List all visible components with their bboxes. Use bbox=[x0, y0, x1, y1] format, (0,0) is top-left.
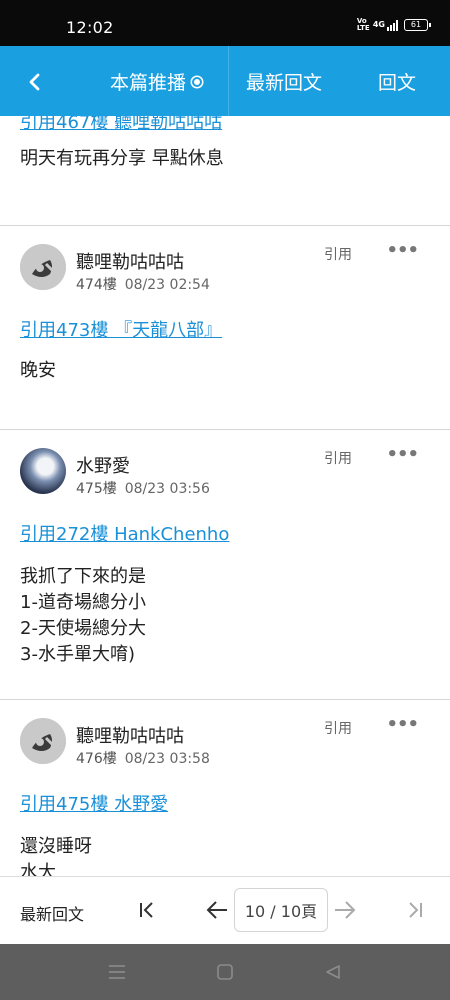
first-page-icon bbox=[140, 902, 153, 918]
author-name[interactable]: 聽哩勒咕咕咕 bbox=[76, 722, 184, 748]
app-bar: 本篇推播 最新回文 回文 bbox=[0, 46, 450, 116]
status-icons: Vo LTE 4G 61 bbox=[356, 17, 431, 32]
system-nav-bar bbox=[0, 944, 450, 1000]
chevron-left-icon bbox=[29, 73, 40, 91]
post-body: 明天有玩再分享 早點休息 bbox=[20, 148, 224, 169]
avatar[interactable] bbox=[20, 718, 66, 764]
more-options-icon[interactable]: ••• bbox=[386, 714, 419, 735]
post-list[interactable]: 引用467樓 聽哩勒咕咕咕 明天有玩再分享 早點休息 聽哩勒咕咕咕 474樓 08… bbox=[0, 116, 450, 876]
status-bar: 12:02 Vo LTE 4G 61 bbox=[0, 0, 450, 46]
post-time: 08/23 03:58 bbox=[124, 751, 210, 767]
quote-button[interactable]: 引用 bbox=[324, 718, 352, 738]
last-page-button[interactable] bbox=[402, 897, 428, 923]
quote-button[interactable]: 引用 bbox=[324, 244, 352, 264]
post-body: 還沒睡呀 水大 bbox=[20, 836, 92, 876]
quote-link[interactable]: 引用475樓 水野愛 bbox=[20, 790, 168, 816]
signal-icon bbox=[387, 19, 398, 31]
latest-replies-button[interactable]: 最新回文 bbox=[20, 901, 84, 925]
post-meta: 476樓 08/23 03:58 bbox=[76, 748, 210, 768]
post-body: 我抓了下來的是 1-道奇場總分小 2-天使場總分大 3-水手單大唷) bbox=[20, 566, 146, 665]
more-options-icon[interactable]: ••• bbox=[386, 444, 419, 465]
quote-link[interactable]: 引用473樓 『天龍八部』 bbox=[20, 316, 222, 342]
volte-icon: Vo LTE bbox=[356, 17, 370, 32]
tab-recommend-label: 本篇推播 bbox=[110, 72, 187, 94]
network-type: 4G bbox=[372, 20, 385, 29]
default-avatar-icon bbox=[20, 718, 66, 764]
post-partial: 引用467樓 聽哩勒咕咕咕 明天有玩再分享 早點休息 bbox=[0, 116, 450, 226]
post-475: 水野愛 475樓 08/23 03:56 引用 ••• 引用272樓 HankCh… bbox=[0, 430, 450, 700]
tab-divider bbox=[228, 46, 229, 116]
post-time: 08/23 02:54 bbox=[124, 277, 210, 293]
tab-latest[interactable]: 最新回文 bbox=[246, 68, 322, 95]
home-icon[interactable] bbox=[215, 962, 235, 982]
menu-icon[interactable] bbox=[107, 962, 127, 982]
toggle-dot-icon bbox=[192, 76, 203, 87]
post-meta: 474樓 08/23 02:54 bbox=[76, 274, 210, 294]
quote-link[interactable]: 引用467樓 聽哩勒咕咕咕 bbox=[20, 116, 222, 134]
post-time: 08/23 03:56 bbox=[124, 481, 210, 497]
prev-page-icon bbox=[206, 901, 227, 919]
default-avatar-icon bbox=[20, 244, 66, 290]
tab-recommend[interactable]: 本篇推播 bbox=[110, 68, 203, 95]
author-name[interactable]: 聽哩勒咕咕咕 bbox=[76, 248, 184, 274]
quote-button[interactable]: 引用 bbox=[324, 448, 352, 468]
prev-page-button[interactable] bbox=[204, 897, 230, 923]
next-page-button[interactable] bbox=[332, 897, 358, 923]
last-page-icon bbox=[409, 902, 422, 918]
post-meta: 475樓 08/23 03:56 bbox=[76, 478, 210, 498]
tab-reply[interactable]: 回文 bbox=[378, 68, 416, 95]
next-page-icon bbox=[335, 901, 356, 919]
first-page-button[interactable] bbox=[134, 897, 160, 923]
status-time: 12:02 bbox=[66, 18, 114, 37]
post-body: 晚安 bbox=[20, 360, 56, 381]
floor-number: 474樓 bbox=[76, 277, 117, 293]
quote-link[interactable]: 引用272樓 HankChenho bbox=[20, 520, 229, 546]
back-icon[interactable] bbox=[323, 962, 343, 982]
avatar[interactable] bbox=[20, 448, 66, 494]
author-name[interactable]: 水野愛 bbox=[76, 452, 130, 478]
pagination-bar: 最新回文 10 / 10頁 bbox=[0, 876, 450, 944]
floor-number: 476樓 bbox=[76, 751, 117, 767]
battery-icon: 61 bbox=[404, 19, 431, 31]
more-options-icon[interactable]: ••• bbox=[386, 240, 419, 261]
floor-number: 475樓 bbox=[76, 481, 117, 497]
post-474: 聽哩勒咕咕咕 474樓 08/23 02:54 引用 ••• 引用473樓 『天龍… bbox=[0, 226, 450, 430]
back-button[interactable] bbox=[16, 64, 52, 100]
post-476: 聽哩勒咕咕咕 476樓 08/23 03:58 引用 ••• 引用475樓 水野愛… bbox=[0, 700, 450, 876]
avatar[interactable] bbox=[20, 244, 66, 290]
page-indicator[interactable]: 10 / 10頁 bbox=[234, 888, 328, 932]
